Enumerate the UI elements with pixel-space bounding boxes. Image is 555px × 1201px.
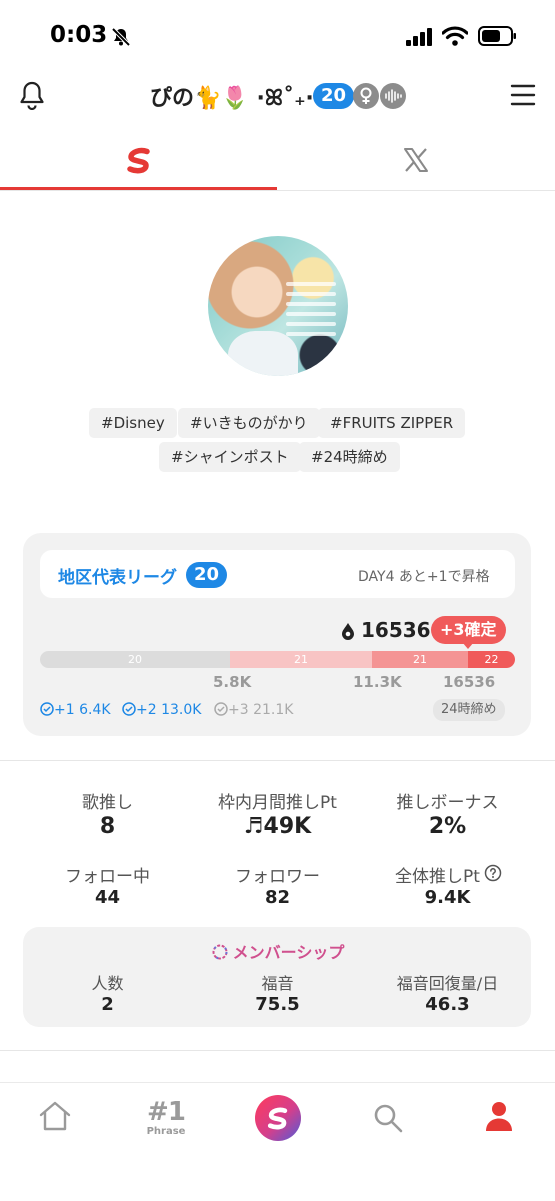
profile-icon[interactable]: [484, 1100, 514, 1132]
hamburger-menu-icon[interactable]: [510, 84, 536, 106]
reward-item: +1 6.4K: [40, 702, 111, 718]
phrase-rank: #1: [147, 1097, 186, 1127]
membership-title-text: メンバーシップ: [232, 943, 345, 962]
stat-label: フォロワー: [235, 867, 320, 887]
bar-segment: 22: [468, 651, 515, 668]
membership-label: 福音: [261, 974, 294, 993]
league-title: 地区代表リーグ: [58, 568, 177, 588]
level-badge: 20: [313, 83, 355, 109]
tag-chip[interactable]: #いきものがかり: [178, 408, 320, 438]
bar-segment: 21: [230, 651, 372, 668]
tag-chip[interactable]: #Disney: [89, 408, 177, 438]
threshold-label: 16536: [443, 673, 496, 691]
tab-x[interactable]: [277, 130, 555, 190]
battery-icon: [478, 26, 516, 46]
membership-value: 46.3: [425, 994, 470, 1015]
check-circle-icon: [214, 702, 228, 716]
points-drop-icon: [342, 623, 354, 640]
bar-segment: 20: [40, 651, 230, 668]
membership-value: 75.5: [255, 994, 300, 1015]
check-circle-icon: [40, 702, 54, 716]
help-icon[interactable]: [484, 864, 502, 882]
tag-chip[interactable]: #24時締め: [299, 442, 400, 472]
female-icon: [353, 83, 379, 109]
app-logo-icon: [267, 1107, 288, 1130]
membership-value: 2: [101, 994, 114, 1015]
stat-value[interactable]: 44: [15, 887, 200, 908]
x-logo-icon: [404, 148, 428, 172]
tab-app[interactable]: [0, 130, 277, 190]
league-progress-bar: 20 21 21 22: [40, 651, 515, 668]
tag-chip[interactable]: #FRUITS ZIPPER: [318, 408, 466, 438]
threshold-label: 5.8K: [213, 673, 252, 691]
signal-icon: [406, 28, 432, 46]
laurel-wreath-icon: [212, 944, 228, 960]
points-pointer: [462, 642, 474, 649]
league-level-badge: 20: [186, 562, 228, 588]
membership-title: メンバーシップ: [0, 939, 555, 963]
profile-avatar[interactable]: [208, 236, 348, 376]
search-icon[interactable]: [372, 1102, 404, 1134]
notification-bell-icon[interactable]: [18, 80, 46, 110]
reward-label: +2 13.0K: [136, 702, 202, 718]
stat-label: 全体推しPt: [395, 867, 480, 887]
profile-display-name: ぴの🐈🌷 ·ꕤ˚₊‧: [150, 86, 314, 111]
reward-item: +2 13.0K: [122, 702, 201, 718]
stat-value[interactable]: 8: [15, 814, 200, 839]
league-day-info: DAY4 あと+1で昇格: [358, 569, 490, 585]
membership-label: 人数: [91, 974, 124, 993]
bar-segment: 21: [372, 651, 468, 668]
app-logo-icon: [126, 147, 150, 174]
status-time: 0:03: [50, 22, 108, 48]
membership-label: 福音回復量/日: [396, 974, 499, 993]
stat-label: 枠内月間推しPt: [218, 793, 337, 813]
stat-value[interactable]: 82: [185, 887, 370, 908]
phrase-label: Phrase: [146, 1126, 186, 1137]
tab-divider: [0, 190, 555, 191]
stat-label: 歌推し: [82, 793, 133, 813]
voice-wave-icon[interactable]: [380, 83, 406, 109]
reward-label: +1 6.4K: [54, 702, 111, 718]
stat-label: フォロー中: [65, 867, 150, 887]
home-icon[interactable]: [38, 1100, 72, 1132]
mute-bell-icon: [111, 27, 131, 47]
stat-label: 推しボーナス: [396, 793, 499, 813]
league-points: 16536: [361, 618, 431, 642]
stat-value[interactable]: ♬49K: [185, 814, 370, 839]
deadline-badge: 24時締め: [433, 699, 505, 721]
nav-app-button[interactable]: [255, 1095, 301, 1141]
reward-item: +3 21.1K: [214, 702, 293, 718]
check-circle-icon: [122, 702, 136, 716]
section-divider: [0, 760, 555, 761]
threshold-label: 11.3K: [353, 673, 402, 691]
nav-phrase[interactable]: #1 Phrase: [138, 1098, 194, 1137]
tag-chip[interactable]: #シャインポスト: [159, 442, 301, 472]
section-divider: [0, 1050, 555, 1051]
stat-value[interactable]: 2%: [355, 814, 540, 839]
confirmed-rank-badge: +3確定: [431, 616, 506, 644]
reward-label: +3 21.1K: [228, 702, 294, 718]
stat-value[interactable]: 9.4K: [355, 887, 540, 908]
wifi-icon: [442, 26, 468, 46]
